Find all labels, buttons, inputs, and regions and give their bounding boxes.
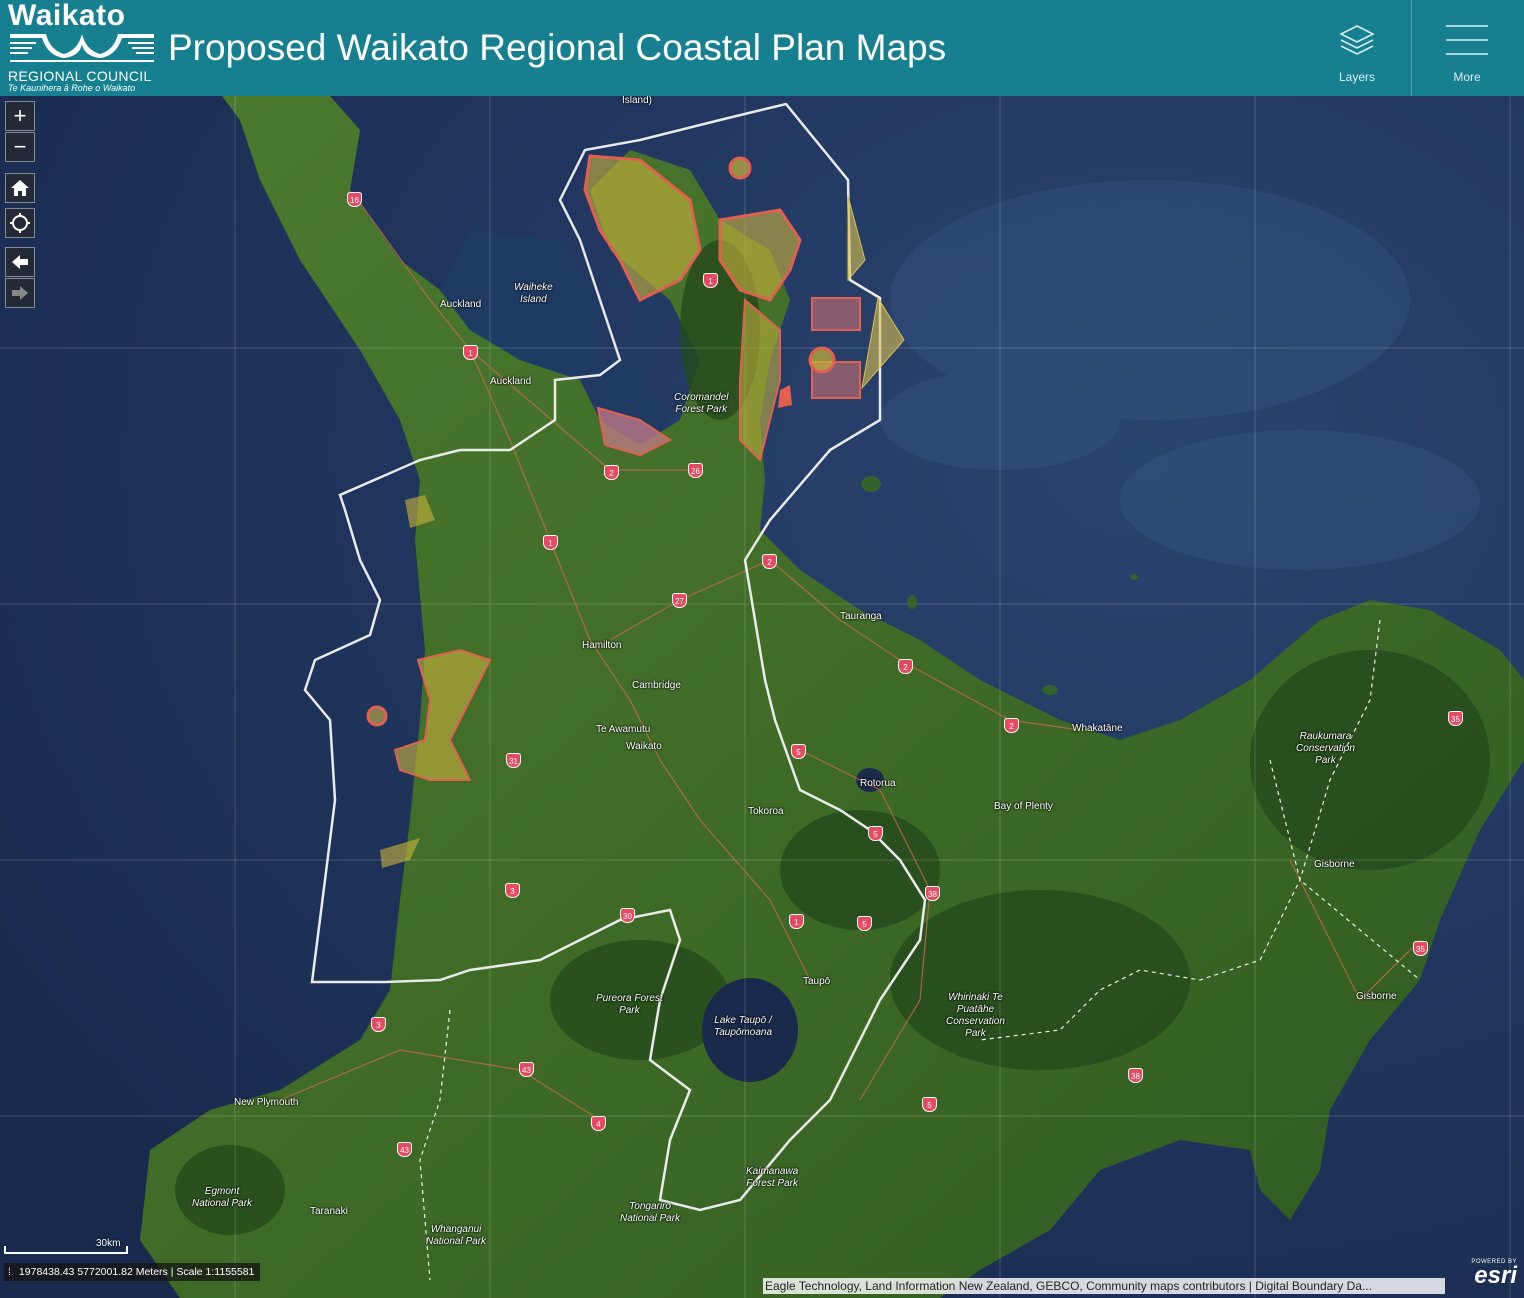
place-label: Cambridge: [632, 680, 681, 691]
esri-brand: esri: [1474, 1262, 1517, 1289]
place-label: Gisborne: [1356, 991, 1397, 1002]
highway-shield: 5: [857, 916, 872, 931]
layers-icon: [1339, 25, 1375, 55]
highway-shield: 3: [371, 1017, 386, 1032]
home-button[interactable]: [5, 173, 35, 203]
logo-waves-icon: [10, 34, 154, 62]
highway-shield: 26: [688, 463, 703, 478]
coordinate-text: 1978438.43 5772001.82 Meters | Scale 1:1…: [18, 1266, 255, 1278]
map-view[interactable]: Island) Waiheke Island Auckland Auckland…: [0, 96, 1524, 1298]
app-header: Waikato REGIONAL COUNCIL Te Kaunihera ā …: [0, 0, 1524, 96]
zoom-in-icon: +: [13, 103, 27, 128]
locate-icon: [10, 213, 30, 233]
highway-shield: 1: [703, 273, 718, 288]
place-label: Te Awamutu: [596, 724, 651, 735]
highway-shield: 43: [519, 1062, 534, 1077]
place-label: Taupō: [803, 976, 831, 987]
place-label: Tokoroa: [748, 806, 784, 817]
coordinate-toggle-icon: ⁞: [8, 1266, 11, 1278]
layers-button[interactable]: Layers: [1302, 0, 1412, 96]
highway-shield: 1: [463, 345, 478, 360]
place-label: Tongariro National Park: [620, 1201, 681, 1224]
highway-shield: 5: [922, 1097, 937, 1112]
waikato-regional-council-logo: Waikato REGIONAL COUNCIL Te Kaunihera ā …: [8, 0, 158, 96]
highway-shield: 5: [868, 826, 883, 841]
place-label: Bay of Plenty: [994, 801, 1053, 812]
highway-shield: 16: [347, 192, 362, 207]
layers-label: Layers: [1338, 70, 1376, 84]
highway-shield: 5: [791, 744, 806, 759]
place-label: Pureora Forest Park: [596, 993, 663, 1016]
home-icon: [11, 180, 29, 196]
logo-org: REGIONAL COUNCIL: [8, 68, 152, 84]
scale-bar-label: 30km: [96, 1238, 121, 1249]
place-label: Whirinaki Te Puatāhe Conservation Park: [946, 992, 1005, 1039]
more-button[interactable]: More: [1411, 0, 1522, 96]
place-label: Waikato: [626, 741, 662, 752]
highway-shield: 3: [505, 883, 520, 898]
place-label: Coromandel Forest Park: [674, 392, 729, 415]
place-label: Gisborne: [1314, 859, 1355, 870]
highway-shield: 1: [543, 535, 558, 550]
highway-shield: 2: [762, 554, 777, 569]
esri-logo: POWERED BY esri: [1455, 1259, 1517, 1289]
highway-shield: 43: [397, 1142, 412, 1157]
highway-shield: 2: [1004, 718, 1019, 733]
place-label: Auckland: [490, 376, 532, 387]
place-label: Whakatāne: [1072, 723, 1123, 734]
forward-extent-button[interactable]: [5, 278, 35, 308]
highway-shield: 31: [506, 753, 521, 768]
highway-shield: 30: [620, 908, 635, 923]
satellite-basemap: [0, 96, 1524, 1298]
place-label: Tauranga: [840, 611, 882, 622]
place-label: Raukumara Conservation Park: [1296, 731, 1355, 766]
highway-shield: 2: [898, 659, 913, 674]
place-label: Waiheke Island: [514, 282, 553, 305]
place-label: Kaimanawa Forest Park: [746, 1166, 799, 1189]
highway-shield: 1: [789, 914, 804, 929]
place-label: Island): [622, 96, 653, 106]
zoom-out-button[interactable]: −: [5, 132, 35, 162]
highway-shield: 27: [672, 593, 687, 608]
logo-name: Waikato: [8, 0, 126, 32]
coordinate-readout[interactable]: ⁞ 1978438.43 5772001.82 Meters | Scale 1:…: [4, 1263, 261, 1281]
highway-shield: 35: [1413, 941, 1428, 956]
map-attribution[interactable]: Eagle Technology, Land Information New Z…: [763, 1278, 1445, 1294]
zoom-out-icon: −: [13, 134, 27, 159]
place-label: Whanganui National Park: [426, 1224, 487, 1247]
logo-maori-name: Te Kaunihera ā Rohe o Waikato: [8, 83, 136, 93]
forward-arrow-icon: [12, 286, 28, 300]
highway-shield: 2: [604, 465, 619, 480]
highway-shield: 4: [591, 1116, 606, 1131]
more-label: More: [1453, 70, 1481, 84]
place-label: Egmont National Park: [192, 1186, 253, 1209]
locate-button[interactable]: [5, 208, 35, 238]
place-label: Taranaki: [310, 1206, 348, 1217]
page-title: Proposed Waikato Regional Coastal Plan M…: [168, 27, 947, 68]
highway-shield: 38: [1128, 1068, 1143, 1083]
highway-shield: 38: [925, 886, 940, 901]
zoom-in-button[interactable]: +: [5, 101, 35, 131]
highway-shield: 35: [1448, 711, 1463, 726]
place-label: Rotorua: [860, 778, 896, 789]
place-label: Auckland: [440, 299, 482, 310]
place-label: Lake Taupō / Taupōmoana: [714, 1015, 773, 1038]
back-extent-button[interactable]: [5, 247, 35, 277]
place-label: New Plymouth: [234, 1097, 299, 1108]
back-arrow-icon: [12, 255, 28, 269]
place-label: Hamilton: [582, 640, 622, 651]
hamburger-menu-icon: [1446, 25, 1488, 55]
